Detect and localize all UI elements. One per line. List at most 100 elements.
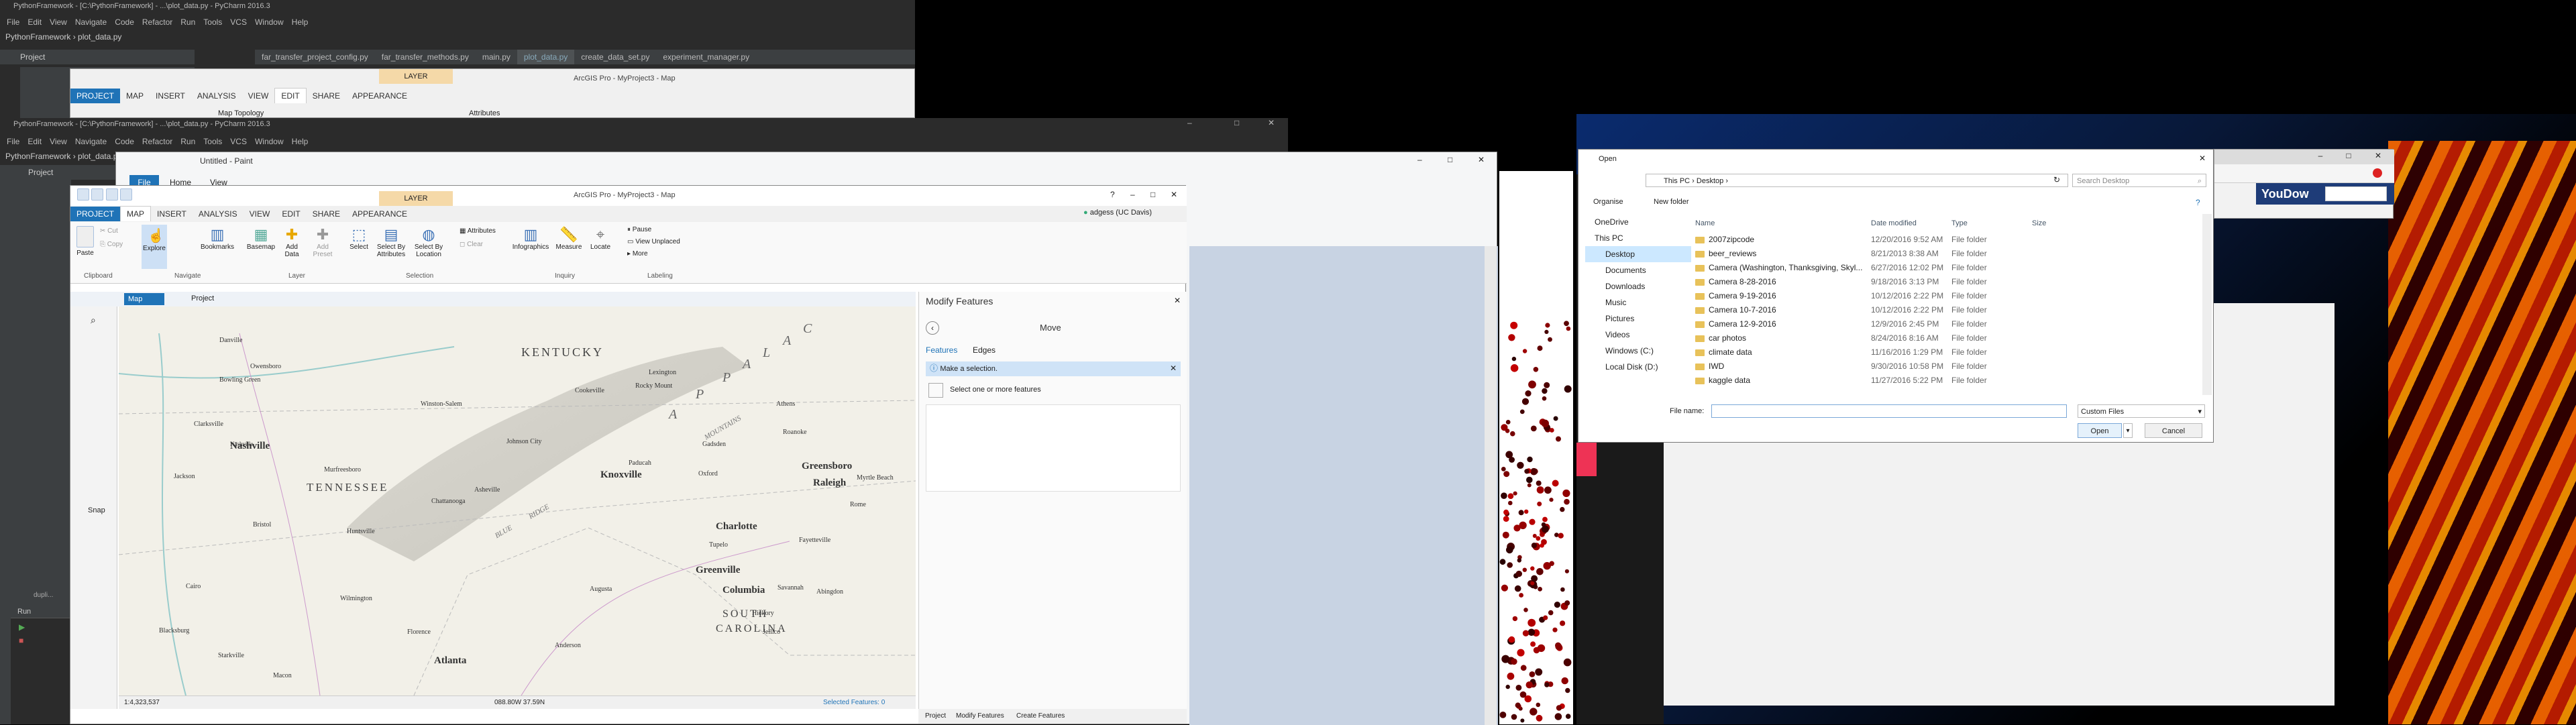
copy-button[interactable]: ⎘ Copy xyxy=(100,241,123,248)
file-row[interactable]: car photos 8/24/2016 8:16 AM File folder xyxy=(1695,331,2205,345)
col-size[interactable]: Size xyxy=(2032,219,2046,227)
pycharm-minimize[interactable]: – xyxy=(1187,118,1192,127)
menu-item-file[interactable]: File xyxy=(3,134,23,149)
tab-modify-features[interactable]: Modify Features xyxy=(956,712,1004,720)
ribbon-tab-analysis[interactable]: ANALYSIS xyxy=(191,89,242,103)
editor-tab[interactable]: experiment_manager.py xyxy=(656,50,756,64)
file-row[interactable]: 2007zipcode 12/20/2016 9:52 AM File folder xyxy=(1695,233,2205,247)
add-data-button[interactable]: ✚ Add Data xyxy=(278,226,305,258)
browser-close-button[interactable]: ✕ xyxy=(2371,151,2385,162)
menu-item-tools[interactable]: Tools xyxy=(199,15,226,30)
nav-item-desktop[interactable]: Desktop xyxy=(1585,246,1691,262)
ribbon-tab-edit[interactable]: EDIT xyxy=(274,88,307,103)
nav-item-music[interactable]: Music xyxy=(1585,294,1691,311)
ribbon-tab-analysis[interactable]: ANALYSIS xyxy=(193,207,244,221)
pycharm-maximize[interactable]: □ xyxy=(1234,118,1239,127)
cut-button[interactable]: ✂ Cut xyxy=(100,227,118,235)
new-folder-button[interactable]: New folder xyxy=(1654,198,1689,206)
nav-item-this-pc[interactable]: This PC xyxy=(1585,230,1691,246)
menu-item-run[interactable]: Run xyxy=(176,134,199,149)
organise-button[interactable]: Organise xyxy=(1593,198,1623,206)
clear-button[interactable]: ◻ Clear xyxy=(460,241,483,248)
file-row[interactable]: Camera 12-9-2016 12/9/2016 2:45 PM File fo… xyxy=(1695,317,2205,331)
refresh-icon[interactable]: ↻ xyxy=(2053,175,2060,184)
nav-item-windows-c-[interactable]: Windows (C:) xyxy=(1585,343,1691,359)
file-row[interactable]: IWD 9/30/2016 10:58 PM File folder xyxy=(1695,359,2205,374)
ribbon-tab-map[interactable]: MAP xyxy=(120,89,150,103)
menu-item-vcs[interactable]: VCS xyxy=(226,15,251,30)
attributes-button[interactable]: ▦ Attributes xyxy=(460,227,496,235)
menu-item-file[interactable]: File xyxy=(3,15,23,30)
breadcrumb-file[interactable]: plot_data.py xyxy=(78,32,121,42)
ribbon-tab-project[interactable]: PROJECT xyxy=(70,207,121,221)
locate-button[interactable]: ⌖ Locate xyxy=(587,226,614,251)
menu-item-help[interactable]: Help xyxy=(288,15,313,30)
file-row[interactable]: climate data 11/16/2016 1:29 PM File folde… xyxy=(1695,345,2205,359)
ribbon-tab-appearance[interactable]: APPEARANCE xyxy=(346,89,413,103)
dialog-close[interactable]: ✕ xyxy=(2199,154,2206,163)
ribbon-tab-project[interactable]: PROJECT xyxy=(70,89,121,103)
save-icon[interactable] xyxy=(91,188,104,201)
ribbon-tab-view[interactable]: VIEW xyxy=(244,207,276,221)
arcgis-close[interactable]: ✕ xyxy=(1171,190,1177,199)
nav-item-videos[interactable]: Videos xyxy=(1585,327,1691,343)
browser-minimize-button[interactable]: – xyxy=(2314,151,2327,162)
cancel-button[interactable]: Cancel xyxy=(2145,423,2202,438)
menu-item-help[interactable]: Help xyxy=(288,134,313,149)
paint-maximize[interactable]: □ xyxy=(1448,155,1452,164)
nav-item-pictures[interactable]: Pictures xyxy=(1585,311,1691,327)
user-account[interactable]: ● adgess (UC Davis) xyxy=(1083,209,1152,217)
youdow-brand[interactable]: YouDow xyxy=(2261,187,2309,201)
redo-icon[interactable] xyxy=(120,188,133,201)
help-button[interactable]: ? xyxy=(1110,190,1115,199)
menu-item-code[interactable]: Code xyxy=(111,134,138,149)
menu-item-vcs[interactable]: VCS xyxy=(226,134,251,149)
play-icon[interactable]: ▶ xyxy=(19,622,25,632)
address-bar[interactable]: This PC › Desktop › xyxy=(1646,174,2068,187)
help-icon[interactable]: ? xyxy=(2196,198,2200,207)
arcgis-minimize[interactable]: – xyxy=(1130,190,1135,199)
pycharm-close[interactable]: ✕ xyxy=(1268,118,1275,127)
paint-minimize[interactable]: – xyxy=(1417,155,1422,164)
project-label[interactable]: Project xyxy=(28,168,53,177)
ribbon-tab-insert[interactable]: INSERT xyxy=(150,89,191,103)
menu-item-window[interactable]: Window xyxy=(251,134,288,149)
file-row[interactable]: Camera 8-28-2016 9/18/2016 3:13 PM File fo… xyxy=(1695,275,2205,289)
measure-button[interactable]: 📏 Measure xyxy=(553,226,584,251)
tab-create-features[interactable]: Create Features xyxy=(1016,712,1065,720)
breadcrumb-project[interactable]: PythonFramework xyxy=(5,32,70,42)
ad-banner[interactable] xyxy=(2325,186,2387,201)
more-button[interactable]: ▸ More xyxy=(627,250,648,258)
file-type-select[interactable]: Custom Files ▾ xyxy=(2078,404,2205,418)
menu-item-code[interactable]: Code xyxy=(111,15,138,30)
path-desktop[interactable]: Desktop xyxy=(1697,177,1723,185)
menu-item-refactor[interactable]: Refactor xyxy=(138,134,176,149)
stop-icon[interactable]: ■ xyxy=(19,636,23,645)
menu-item-tools[interactable]: Tools xyxy=(199,134,226,149)
editor-tab[interactable]: create_data_set.py xyxy=(574,50,656,64)
run-label[interactable]: Run xyxy=(17,608,31,616)
search-box[interactable]: Search Desktop ⌕ xyxy=(2072,174,2206,187)
menu-item-navigate[interactable]: Navigate xyxy=(71,134,111,149)
file-row[interactable]: Camera 9-19-2016 10/12/2016 2:22 PM File f… xyxy=(1695,289,2205,303)
ribbon-tab-share[interactable]: SHARE xyxy=(307,89,346,103)
pane-close-icon[interactable]: ✕ xyxy=(1174,296,1181,305)
map-view[interactable]: KENTUCKY TENNESSEE SOUTH CAROLINA Nashville K… xyxy=(119,306,916,695)
menu-item-edit[interactable]: Edit xyxy=(23,134,46,149)
select-by-attributes-button[interactable]: ▤ Select By Attributes xyxy=(374,226,409,258)
back-icon[interactable]: ‹ xyxy=(926,321,939,335)
tab-features[interactable]: Features xyxy=(926,345,957,355)
open-dropdown-button[interactable]: ▾ xyxy=(2123,423,2133,438)
extension-icon[interactable] xyxy=(2373,168,2382,178)
editor-tab[interactable]: far_transfer_methods.py xyxy=(375,50,476,64)
paint-scrollbar[interactable] xyxy=(1485,246,1497,725)
open-button[interactable]: Open xyxy=(2078,423,2122,438)
editor-tab[interactable]: far_transfer_project_config.py xyxy=(255,50,375,64)
path-this-pc[interactable]: This PC xyxy=(1664,177,1690,185)
file-list-scrollbar[interactable] xyxy=(2202,214,2212,395)
select-button[interactable]: ⬚ Select xyxy=(347,226,371,251)
explore-button[interactable]: ☝ Explore xyxy=(142,225,167,269)
project-view-tab[interactable]: Project xyxy=(191,294,214,302)
view-unplaced-button[interactable]: ▭ View Unplaced xyxy=(627,238,680,245)
menu-item-navigate[interactable]: Navigate xyxy=(71,15,111,30)
